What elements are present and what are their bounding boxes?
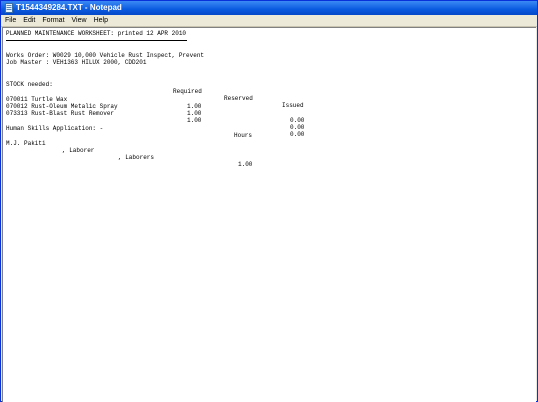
skills-header-row: Human Skills Application: - Hours (6, 118, 526, 139)
skills-row: M.J. Pakiti , Laborer , Laborers 1.00 (6, 133, 526, 168)
stock-label: STOCK needed: (6, 81, 53, 88)
skills-label: Human Skills Application: - (6, 125, 104, 132)
stock-row: 070011 Turtle Wax 1.00 0.00 (6, 89, 526, 124)
skill-person: M.J. Pakiti (6, 140, 46, 147)
text-editor[interactable]: PLANNED MAINTENANCE WORKSHEET: printed 1… (2, 27, 536, 402)
title-bar[interactable]: T1544349284.TXT - Notepad (1, 1, 537, 15)
window-title: T1544349284.TXT - Notepad (16, 3, 122, 12)
skill-role: , Laborer (62, 147, 95, 154)
stock-header-row: STOCK needed: Required Reserved Issued (6, 74, 526, 109)
worksheet-heading: PLANNED MAINTENANCE WORKSHEET: printed 1… (6, 30, 187, 37)
skill-hours: 1.00 (238, 161, 253, 168)
job-master-line: Job Master : VEH1363 HILUX 2000, CDD201 (6, 59, 147, 66)
stock-required: 1.00 (187, 110, 202, 117)
menu-view[interactable]: View (69, 15, 90, 26)
stock-item: 073313 Rust-Blast Rust Remover (6, 110, 115, 117)
skill-group: , Laborers (118, 154, 155, 161)
menu-bar: File Edit Format View Help (1, 15, 537, 27)
menu-edit[interactable]: Edit (20, 15, 38, 26)
menu-help[interactable]: Help (91, 15, 111, 26)
notepad-icon (5, 3, 13, 13)
menu-file[interactable]: File (2, 15, 19, 26)
heading-underline (6, 40, 187, 41)
works-order-line: Works Order: W0029 10,000 Vehicle Rust I… (6, 52, 205, 59)
stock-row: 073313 Rust-Blast Rust Remover 1.00 0.00 (6, 103, 526, 138)
menu-format[interactable]: Format (39, 15, 67, 26)
notepad-window: T1544349284.TXT - Notepad File Edit Format… (0, 0, 538, 402)
stock-issued: 0.00 (290, 124, 305, 131)
stock-row: 070012 Rust-Oleum Metalic Spray 1.00 0.0… (6, 96, 526, 131)
